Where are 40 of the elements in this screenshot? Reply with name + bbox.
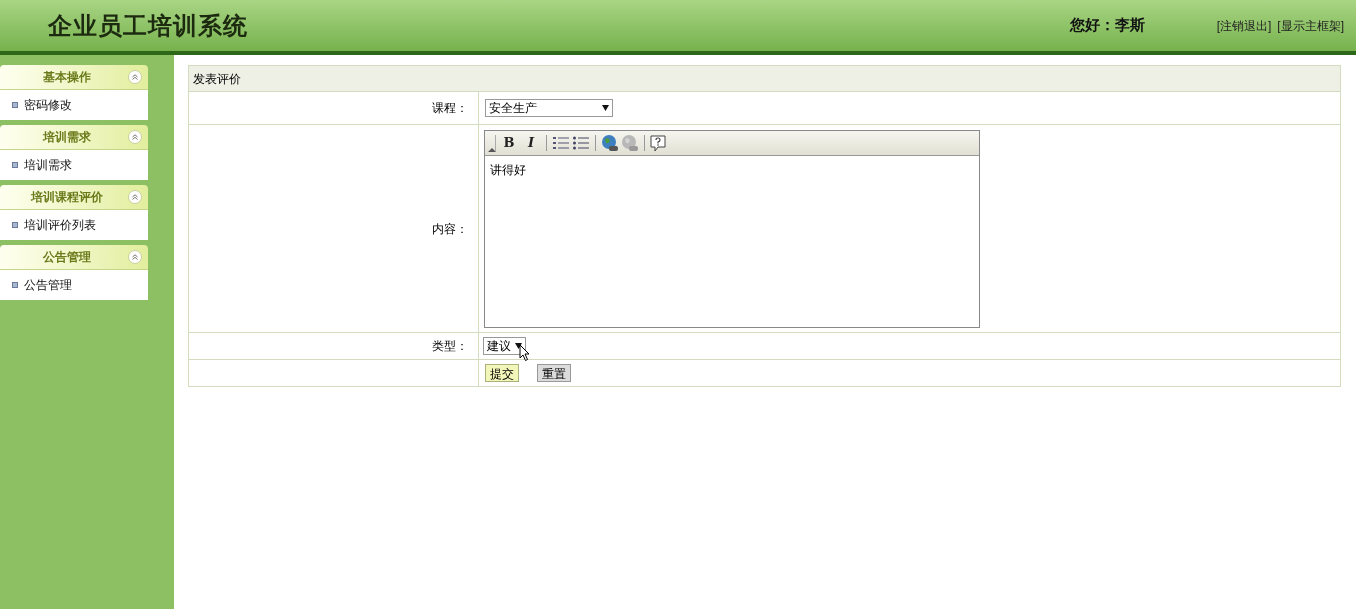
reset-button[interactable]: 重置 — [537, 364, 571, 382]
header-link[interactable]: [显示主框架] — [1277, 16, 1344, 35]
section-title: 培训需求 — [41, 129, 92, 146]
panel-title: 发表评价 — [193, 70, 241, 88]
bullet-icon — [12, 162, 18, 168]
sidebar-section-header[interactable]: 基本操作 — [0, 65, 148, 90]
globe-icon[interactable] — [601, 134, 619, 152]
numbered-list-icon[interactable] — [552, 135, 570, 151]
app-title: 企业员工培训系统 — [48, 9, 248, 42]
section-title: 基本操作 — [42, 69, 92, 86]
greeting-text: 您好：李斯 — [1069, 15, 1145, 36]
help-icon[interactable] — [650, 134, 666, 152]
submit-button[interactable]: 提交 — [485, 364, 519, 382]
sidebar-section-header[interactable]: 培训需求 — [0, 125, 148, 150]
caret-icon — [602, 105, 609, 111]
field-label: 内容： — [432, 220, 468, 238]
sidebar-section-header[interactable]: 公告管理 — [0, 245, 148, 270]
sidebar-item[interactable]: 培训评价列表 — [0, 210, 148, 240]
collapse-icon[interactable] — [128, 130, 142, 144]
collapse-icon[interactable] — [128, 70, 142, 84]
bullet-list-icon[interactable] — [572, 135, 590, 151]
sidebar-item[interactable]: 培训需求 — [0, 150, 148, 180]
section-title: 培训课程评价 — [29, 189, 104, 206]
collapse-icon[interactable] — [128, 190, 142, 204]
collapse-icon[interactable] — [128, 250, 142, 264]
mouse-cursor-icon — [519, 344, 531, 362]
bullet-icon — [12, 102, 18, 108]
field-label: 课程： — [432, 100, 468, 117]
sidebar-item[interactable]: 公告管理 — [0, 270, 148, 300]
bullet-icon — [12, 222, 18, 228]
toolbar-grip-icon[interactable] — [487, 133, 497, 153]
section-title: 公告管理 — [42, 249, 92, 266]
sidebar-item[interactable]: 密码修改 — [0, 90, 148, 120]
bold-button[interactable]: B — [499, 133, 519, 153]
italic-button[interactable]: I — [521, 133, 541, 153]
sidebar-section-header[interactable]: 培训课程评价 — [0, 185, 148, 210]
field-label: 类型： — [432, 338, 468, 355]
course-select[interactable]: 安全生产 — [485, 99, 613, 117]
header-link[interactable]: [注销退出] — [1216, 16, 1272, 35]
bullet-icon — [12, 282, 18, 288]
